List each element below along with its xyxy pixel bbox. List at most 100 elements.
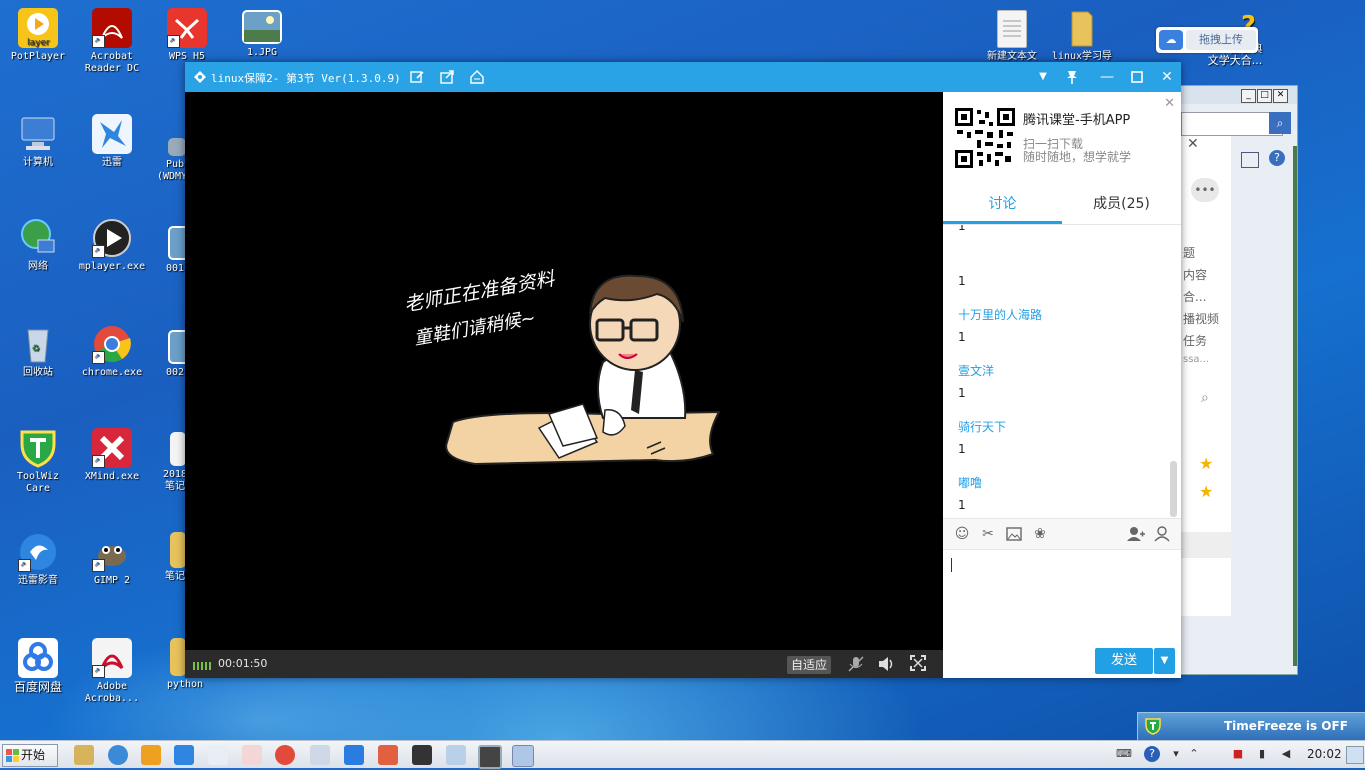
star-icon[interactable]: ★ xyxy=(1199,454,1213,473)
ie-taskbar-icon[interactable] xyxy=(108,745,128,765)
show-hidden-icons-chevron[interactable]: ⌃ xyxy=(1186,746,1202,762)
desktop-icon-label: mplayer.exe xyxy=(78,261,146,272)
window-icon[interactable] xyxy=(1241,152,1259,168)
drag-upload-widget[interactable]: ☁ 拖拽上传 xyxy=(1156,27,1258,53)
background-window-address-field[interactable] xyxy=(1181,112,1283,136)
more-icon[interactable]: ••• xyxy=(1191,178,1219,202)
computer-icon xyxy=(18,114,58,154)
classroom-titlebar[interactable]: linux保障2- 第3节 Ver(1.3.0.9) ▼ — ✕ xyxy=(185,62,1181,92)
desktop-icon-mplayer[interactable]: mplayer.exe xyxy=(74,218,150,273)
send-options-chevron-icon[interactable]: ▼ xyxy=(1154,648,1175,674)
close-icon[interactable]: ✕ xyxy=(1157,67,1177,87)
timefreeze-bar[interactable]: TimeFreeze is OFF xyxy=(1137,712,1365,741)
minimize-icon[interactable]: — xyxy=(1097,67,1117,87)
network-signal-icon[interactable]: ▮ xyxy=(1254,746,1270,762)
desktop-icon-recycle-bin[interactable]: ♻ 回收站 xyxy=(0,324,76,379)
mic-muted-icon[interactable] xyxy=(847,655,865,673)
chat-message-text: 1 xyxy=(958,442,966,456)
notes-taskbar-icon[interactable] xyxy=(446,745,466,765)
search-icon[interactable]: ⌕ xyxy=(1269,112,1291,134)
tab-members[interactable]: 成员(25) xyxy=(1062,184,1181,224)
home-icon[interactable] xyxy=(467,67,487,87)
desktop-icon-chrome[interactable]: chrome.exe xyxy=(74,324,150,379)
terminal-taskbar-icon[interactable] xyxy=(412,745,432,765)
tray-menu-icon[interactable]: ▾ xyxy=(1168,746,1184,762)
image-icon[interactable] xyxy=(1005,525,1023,543)
close-icon[interactable]: ✕ xyxy=(1273,89,1288,103)
desktop-icon-new-text[interactable]: 新建文本文 xyxy=(974,10,1050,63)
xunlei-taskbar-icon[interactable] xyxy=(174,745,194,765)
drag-upload-label[interactable]: 拖拽上传 xyxy=(1186,30,1256,50)
background-window[interactable]: _ □ ✕ ⌕ ✕ ••• 题 内容 合... 播视频 任务 ssa... ⌕ … xyxy=(1180,85,1298,675)
emoji-icon[interactable]: ☺ xyxy=(953,525,971,543)
desktop-icon-toolwiz[interactable]: ToolWiz Care xyxy=(0,428,76,495)
acrobat-icon xyxy=(92,8,132,48)
security-tray-icon[interactable]: ■ xyxy=(1230,746,1246,762)
close-icon[interactable]: ✕ xyxy=(1187,136,1227,152)
media-taskbar-icon[interactable] xyxy=(141,745,161,765)
minimize-icon[interactable]: _ xyxy=(1241,89,1256,103)
tab-discussion[interactable]: 讨论 xyxy=(943,184,1062,224)
desktop-icon-xunlei-player[interactable]: 迅雷影音 xyxy=(0,532,76,587)
search-icon[interactable]: ⌕ xyxy=(1201,390,1209,406)
playback-time: 00:01:50 xyxy=(218,657,268,670)
chrome-taskbar-icon[interactable] xyxy=(275,745,295,765)
help-icon[interactable]: ? xyxy=(1269,150,1285,166)
desktop-icon-baidu-pan[interactable]: 百度网盘 xyxy=(0,638,76,693)
maximize-icon[interactable] xyxy=(1127,67,1147,87)
clock[interactable]: 20:02 xyxy=(1307,747,1342,761)
discussion-list[interactable]: 1 1 十万里的人海路 1 壹文洋 1 骑行天下 1 嘟噜 1 xyxy=(943,225,1181,517)
show-desktop-button[interactable] xyxy=(1346,746,1364,764)
tool-taskbar-icon[interactable] xyxy=(242,745,262,765)
chat-user-name[interactable]: 十万里的人海路 xyxy=(958,306,1042,323)
pin-icon[interactable] xyxy=(1062,67,1082,87)
chat-user-name[interactable]: 骑行天下 xyxy=(958,418,1006,435)
desktop-icon-xunlei[interactable]: 迅雷 xyxy=(74,114,150,169)
help-icon[interactable]: ? xyxy=(1144,746,1160,762)
video-area[interactable]: 老师正在准备资料 童鞋们请稍候~ xyxy=(185,92,943,650)
add-user-icon[interactable] xyxy=(1127,525,1145,543)
maximize-icon[interactable]: □ xyxy=(1257,89,1272,103)
chat-message-text: 1 xyxy=(958,274,966,288)
speaker-icon[interactable] xyxy=(877,655,895,673)
chevron-down-icon[interactable]: ▼ xyxy=(1033,67,1053,87)
fish-taskbar-icon[interactable] xyxy=(378,745,398,765)
explorer-taskbar-icon[interactable] xyxy=(74,745,94,765)
desktop-icon-linux-folder[interactable]: linux学习导 xyxy=(1044,8,1120,63)
recycle-bin-icon: ♻ xyxy=(18,324,58,364)
chat-user-name[interactable]: 壹文洋 xyxy=(958,362,994,379)
side-panel: 腾讯课堂-手机APP 扫一扫下载 随时随地，想学就学 ✕ 讨论 成员(25) 1… xyxy=(943,92,1181,678)
xunlei-player-icon xyxy=(18,532,58,572)
chat-user-name[interactable]: 嘟噜 xyxy=(958,474,982,491)
send-button[interactable]: 发送 xyxy=(1095,648,1153,674)
desktop-icon-wps[interactable]: WPS H5 xyxy=(149,8,225,63)
scissors-icon[interactable]: ✂ xyxy=(979,525,997,543)
fullscreen-icon[interactable] xyxy=(909,655,927,673)
share-icon[interactable] xyxy=(437,67,457,87)
classroom-taskbar-icon[interactable] xyxy=(512,745,534,767)
edit-icon[interactable] xyxy=(407,67,427,87)
close-icon[interactable]: ✕ xyxy=(1164,96,1175,111)
desktop-icon-computer[interactable]: 计算机 xyxy=(0,114,76,169)
chat-taskbar-icon[interactable] xyxy=(344,745,364,765)
desktop-icon-xmind[interactable]: XMind.exe xyxy=(74,428,150,483)
desktop-icon-acrobat[interactable]: Acrobat Reader DC xyxy=(74,8,150,75)
desktop-icon-1jpg[interactable]: 1.JPG xyxy=(224,10,300,59)
calendar-taskbar-icon[interactable] xyxy=(478,745,502,769)
chat-input[interactable] xyxy=(943,550,1181,630)
desktop-icon-potplayer[interactable]: layer PotPlayer xyxy=(0,8,76,63)
keyboard-icon[interactable]: ⌨ xyxy=(1116,746,1132,762)
user-icon[interactable] xyxy=(1153,525,1171,543)
start-button[interactable]: 开始 xyxy=(2,744,58,767)
desktop-icon-network[interactable]: 网络 xyxy=(0,218,76,273)
star-icon[interactable]: ★ xyxy=(1199,482,1213,501)
baidu-pan-taskbar-icon[interactable] xyxy=(208,745,228,765)
app-taskbar-icon[interactable] xyxy=(310,745,330,765)
chat-scrollbar[interactable] xyxy=(1170,461,1177,517)
volume-icon[interactable]: ◀ xyxy=(1278,746,1294,762)
desktop-icon-gimp[interactable]: GIMP 2 xyxy=(74,532,150,587)
desktop-icon-adobe-acrobat[interactable]: Adobe Acroba... xyxy=(74,638,150,705)
fit-mode-button[interactable]: 自适应 xyxy=(787,656,831,674)
classroom-window[interactable]: linux保障2- 第3节 Ver(1.3.0.9) ▼ — ✕ 老师正在准备资… xyxy=(185,62,1181,678)
flower-icon[interactable]: ❀ xyxy=(1031,525,1049,543)
